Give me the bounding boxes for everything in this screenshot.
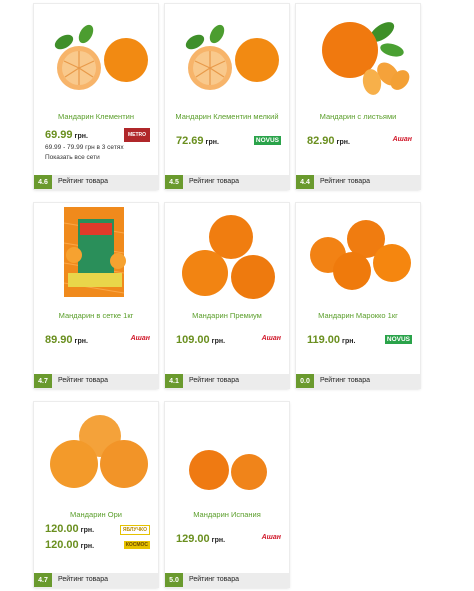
auchan-logo: Ашан (130, 335, 150, 342)
product-image[interactable] (165, 203, 289, 299)
product-card[interactable]: Мандарин Премиум 109.00 грн. Ашан 4.1 Рей… (165, 203, 289, 388)
store-logo: ЯБЛУЧКО (119, 525, 150, 535)
product-price: 129.00 грн. (176, 533, 226, 545)
product-price: 69.99 грн. (45, 129, 88, 141)
product-image[interactable] (296, 4, 420, 100)
rating-label: Рейтинг товара (58, 576, 108, 583)
rating-badge: 4.5 (165, 175, 183, 189)
product-card[interactable]: Мандарин Испания 129.00 грн. Ашан 5.0 Рей… (165, 402, 289, 587)
product-image[interactable] (34, 402, 158, 498)
product-image[interactable] (34, 4, 158, 100)
product-price: 89.90 грн. (45, 334, 88, 346)
product-image[interactable] (296, 203, 420, 299)
rating-badge: 5.0 (165, 573, 183, 587)
product-card[interactable]: Мандарин Марокко 1кг 119.00 грн. NOVUS 0.… (296, 203, 420, 388)
rating-bar: 4.7 Рейтинг товара (34, 573, 158, 587)
rating-badge: 4.6 (34, 175, 52, 189)
product-price: 120.00 грн. (45, 539, 95, 551)
product-name[interactable]: Мандарин Клементин (38, 112, 154, 121)
product-image[interactable] (165, 402, 289, 498)
rating-label: Рейтинг товара (320, 377, 370, 384)
product-price: 109.00 грн. (176, 334, 226, 346)
auchan-logo: Ашан (392, 136, 412, 143)
product-price: 120.00 грн. (45, 523, 95, 535)
product-card[interactable]: Мандарин в сетке 1кг 89.90 грн. Ашан 4.7 … (34, 203, 158, 388)
product-name[interactable]: Мандарин с листьями (300, 112, 416, 121)
rating-badge: 4.1 (165, 374, 183, 388)
price-range: 69.99 - 79.99 грн в 3 сетях (45, 144, 124, 151)
rating-label: Рейтинг товара (189, 178, 239, 185)
rating-label: Рейтинг товара (58, 178, 108, 185)
product-card[interactable]: Мандарин Клементин мелкий 72.69 грн. NOVU… (165, 4, 289, 189)
rating-bar: 0.0 Рейтинг товара (296, 374, 420, 388)
rating-badge: 0.0 (296, 374, 314, 388)
product-price: 82.90 грн. (307, 135, 350, 147)
store-logo: КОСМОС (123, 541, 150, 549)
product-name[interactable]: Мандарин Ори (38, 510, 154, 519)
product-card[interactable]: Мандарин с листьями 82.90 грн. Ашан 4.4 Р… (296, 4, 420, 189)
rating-badge: 4.7 (34, 374, 52, 388)
novus-logo: NOVUS (253, 136, 281, 145)
rating-label: Рейтинг товара (189, 576, 239, 583)
rating-label: Рейтинг товара (58, 377, 108, 384)
rating-bar: 4.7 Рейтинг товара (34, 374, 158, 388)
product-card[interactable]: Мандарин Клементин 69.99 грн. METRO 69.99… (34, 4, 158, 189)
product-image[interactable] (34, 203, 158, 299)
rating-bar: 4.1 Рейтинг товара (165, 374, 289, 388)
rating-badge: 4.4 (296, 175, 314, 189)
novus-logo: NOVUS (384, 335, 412, 344)
auchan-logo: Ашан (261, 335, 281, 342)
product-price: 72.69 грн. (176, 135, 219, 147)
product-name[interactable]: Мандарин в сетке 1кг (38, 311, 154, 320)
rating-bar: 4.6 Рейтинг товара (34, 175, 158, 189)
rating-bar: 4.5 Рейтинг товара (165, 175, 289, 189)
rating-label: Рейтинг товара (189, 377, 239, 384)
product-name[interactable]: Мандарин Испания (169, 510, 285, 519)
product-name[interactable]: Мандарин Клементин мелкий (169, 112, 285, 121)
auchan-logo: Ашан (261, 534, 281, 541)
rating-bar: 4.4 Рейтинг товара (296, 175, 420, 189)
rating-label: Рейтинг товара (320, 178, 370, 185)
rating-badge: 4.7 (34, 573, 52, 587)
product-card[interactable]: Мандарин Ори 120.00 грн. ЯБЛУЧКО 120.00 гр… (34, 402, 158, 587)
product-name[interactable]: Мандарин Марокко 1кг (300, 311, 416, 320)
product-price: 119.00 грн. (307, 334, 356, 346)
product-name[interactable]: Мандарин Премиум (169, 311, 285, 320)
rating-bar: 5.0 Рейтинг товара (165, 573, 289, 587)
metro-logo: METRO (124, 128, 150, 142)
show-all-networks-link[interactable]: Показать все сети (45, 154, 100, 161)
product-image[interactable] (165, 4, 289, 100)
